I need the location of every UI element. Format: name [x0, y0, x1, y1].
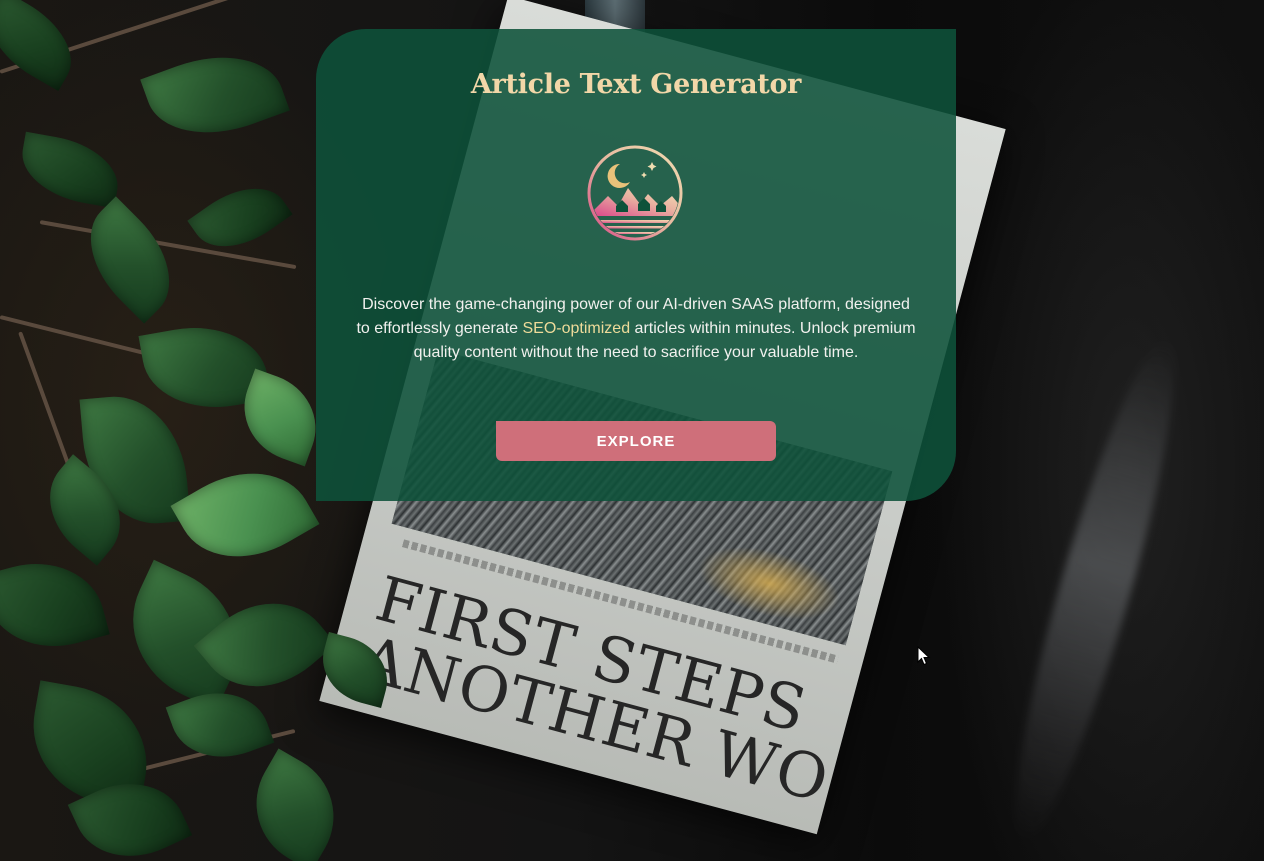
card-description: Discover the game-changing power of our …	[354, 293, 918, 365]
card-title: Article Text Generator	[470, 69, 802, 100]
mouse-cursor-icon	[917, 645, 931, 666]
seo-optimized-highlight: SEO-optimized	[522, 320, 631, 337]
feature-card: Article Text Generator Discover the game…	[316, 29, 956, 501]
moon-mountains-logo-icon	[586, 144, 684, 242]
explore-button[interactable]: EXPLORE	[496, 421, 776, 461]
